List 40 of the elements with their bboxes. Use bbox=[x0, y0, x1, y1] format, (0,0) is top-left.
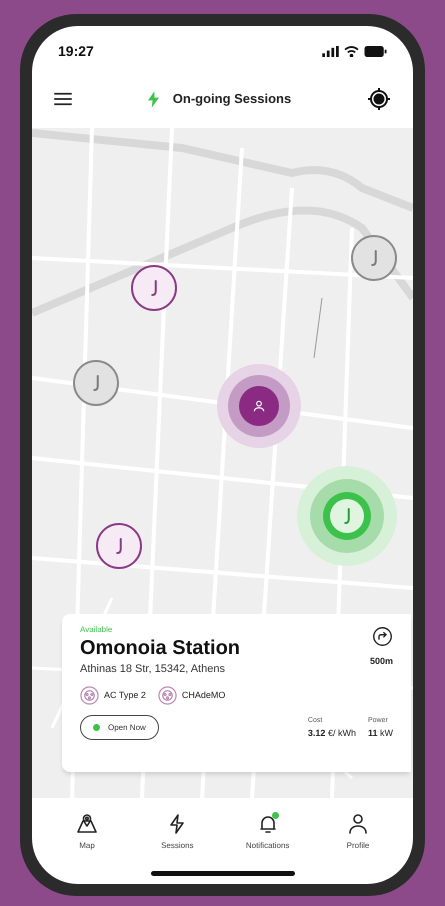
plug-icon bbox=[371, 250, 377, 266]
charger-marker[interactable] bbox=[351, 235, 397, 281]
plug-icon bbox=[151, 280, 157, 296]
nav-tab[interactable]: Sessions bbox=[142, 812, 212, 852]
battery-icon bbox=[364, 46, 387, 56]
nav-tab[interactable]: Profile bbox=[322, 812, 393, 852]
station-address: Athinas 18 Str, 15342, Athens bbox=[80, 662, 226, 677]
distance-label: 500m bbox=[370, 655, 393, 668]
plug-icon bbox=[116, 538, 122, 554]
availability-label: Available bbox=[80, 624, 114, 636]
locate-icon[interactable] bbox=[367, 87, 391, 111]
person-icon bbox=[252, 399, 266, 413]
charger-marker[interactable] bbox=[96, 523, 142, 569]
connector-icon bbox=[80, 686, 99, 705]
charger-marker[interactable] bbox=[131, 265, 177, 311]
power-value: 11 kW bbox=[368, 726, 393, 740]
plug-icon bbox=[344, 508, 350, 524]
nav-tab[interactable]: Notifications bbox=[232, 812, 303, 852]
plug-icon bbox=[93, 375, 99, 391]
station-name: Omonoia Station bbox=[80, 636, 240, 660]
signal-icon bbox=[322, 46, 339, 56]
map-pin-icon bbox=[75, 812, 99, 836]
connector-label: CHAdeMO bbox=[182, 688, 226, 702]
charger-marker[interactable] bbox=[73, 360, 119, 406]
connector-icon bbox=[158, 686, 177, 705]
directions-icon[interactable] bbox=[372, 626, 393, 647]
header-title: On-going Sessions bbox=[172, 90, 292, 108]
cost-value: 3.12 €/ kWh bbox=[308, 726, 356, 740]
wifi-icon bbox=[344, 46, 359, 56]
nav-label: Notifications bbox=[246, 840, 290, 852]
nav-label: Profile bbox=[346, 840, 370, 852]
open-status-pill[interactable]: Open Now bbox=[80, 715, 159, 740]
menu-icon[interactable] bbox=[54, 92, 72, 106]
nav-label: Map bbox=[79, 840, 95, 852]
lightning-icon bbox=[148, 90, 159, 108]
status-time: 19:27 bbox=[58, 42, 94, 60]
open-status-label: Open Now bbox=[108, 722, 146, 734]
nav-label: Sessions bbox=[161, 840, 194, 852]
connector-label: AC Type 2 bbox=[104, 688, 146, 702]
nav-tab[interactable]: Map bbox=[52, 812, 122, 852]
